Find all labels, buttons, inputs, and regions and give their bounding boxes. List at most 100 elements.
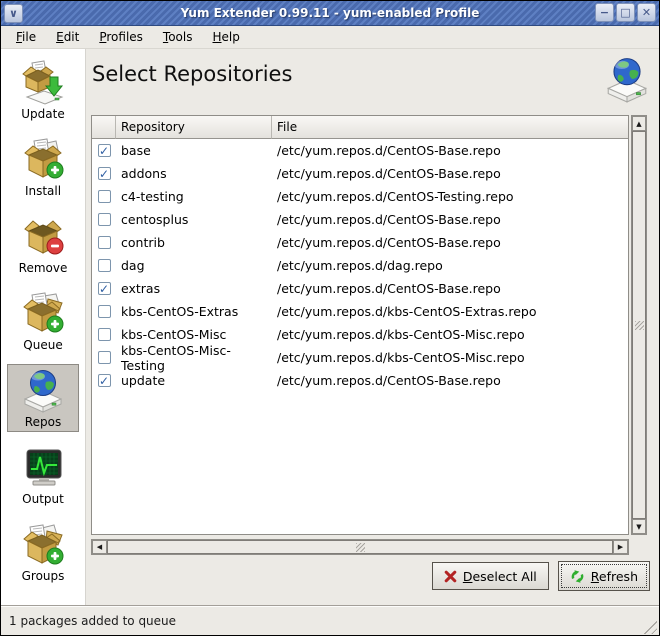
repo-table-header: Repository File <box>92 116 628 139</box>
install-box-icon <box>20 137 66 183</box>
menu-profiles[interactable]: Profiles <box>92 27 150 47</box>
repos-globe-header-icon <box>603 56 651 104</box>
repo-checkbox[interactable] <box>98 305 111 318</box>
repo-checkbox[interactable] <box>98 190 111 203</box>
repo-name: dag <box>116 258 272 273</box>
close-icon: ✕ <box>642 7 651 18</box>
table-row[interactable]: c4-testing /etc/yum.repos.d/CentOS-Testi… <box>92 185 628 208</box>
remove-box-icon <box>20 214 66 260</box>
repo-file: /etc/yum.repos.d/kbs-CentOS-Extras.repo <box>272 304 628 319</box>
arrow-up-icon: ▲ <box>636 120 641 128</box>
repo-name: kbs-CentOS-Extras <box>116 304 272 319</box>
window-title: Yum Extender 0.99.11 - yum-enabled Profi… <box>1 6 659 20</box>
menu-tools[interactable]: Tools <box>156 27 200 47</box>
sidebar-item-label: Output <box>22 492 64 506</box>
sidebar-item-update[interactable]: Update <box>7 56 79 124</box>
vertical-scrollbar-thumb[interactable] <box>632 131 646 519</box>
deselect-all-label: Deselect All <box>463 569 537 584</box>
statusbar: 1 packages added to queue <box>1 605 659 636</box>
maximize-icon: □ <box>620 7 630 18</box>
table-row[interactable]: ✓ extras /etc/yum.repos.d/CentOS-Base.re… <box>92 277 628 300</box>
sidebar-item-label: Repos <box>25 415 61 429</box>
repo-file: /etc/yum.repos.d/CentOS-Base.repo <box>272 281 628 296</box>
repo-file: /etc/yum.repos.d/CentOS-Base.repo <box>272 373 628 388</box>
column-header-checkbox[interactable] <box>92 116 116 139</box>
titlebar[interactable]: Yum Extender 0.99.11 - yum-enabled Profi… <box>1 1 659 26</box>
table-row[interactable]: kbs-CentOS-Misc-Testing /etc/yum.repos.d… <box>92 346 628 369</box>
maximize-button[interactable]: □ <box>616 3 635 22</box>
column-header-file[interactable]: File <box>272 116 628 139</box>
repo-file: /etc/yum.repos.d/kbs-CentOS-Misc.repo <box>272 350 628 365</box>
minimize-icon: − <box>600 7 609 18</box>
table-row[interactable]: contrib /etc/yum.repos.d/CentOS-Base.rep… <box>92 231 628 254</box>
arrow-down-icon: ▼ <box>636 523 641 531</box>
repo-file: /etc/yum.repos.d/CentOS-Base.repo <box>272 143 628 158</box>
table-row[interactable]: kbs-CentOS-Extras /etc/yum.repos.d/kbs-C… <box>92 300 628 323</box>
repo-checkbox[interactable]: ✓ <box>98 144 111 157</box>
repo-checkbox[interactable]: ✓ <box>98 167 111 180</box>
menu-help[interactable]: Help <box>206 27 247 47</box>
refresh-button[interactable]: Refresh <box>558 561 650 591</box>
column-header-repository[interactable]: Repository <box>116 116 272 139</box>
repo-file: /etc/yum.repos.d/CentOS-Base.repo <box>272 235 628 250</box>
sidebar-item-label: Update <box>21 107 64 121</box>
repo-checkbox[interactable]: ✓ <box>98 282 111 295</box>
table-row[interactable]: ✓ update /etc/yum.repos.d/CentOS-Base.re… <box>92 369 628 392</box>
vertical-scrollbar[interactable]: ▲ ▼ <box>631 115 647 535</box>
output-monitor-icon <box>20 445 66 491</box>
sidebar-item-groups[interactable]: Groups <box>7 518 79 586</box>
table-row[interactable]: ✓ addons /etc/yum.repos.d/CentOS-Base.re… <box>92 162 628 185</box>
minimize-button[interactable]: − <box>595 3 614 22</box>
update-box-icon <box>20 60 66 106</box>
refresh-icon <box>570 569 585 584</box>
scroll-right-button[interactable]: ▶ <box>613 540 628 554</box>
window-controls: − □ ✕ <box>595 3 656 22</box>
repo-name: extras <box>116 281 272 296</box>
repo-checkbox[interactable] <box>98 351 111 364</box>
repo-checkbox[interactable] <box>98 236 111 249</box>
sidebar-item-queue[interactable]: Queue <box>7 287 79 355</box>
menu-edit[interactable]: Edit <box>49 27 86 47</box>
page-title: Select Repositories <box>92 62 292 86</box>
sidebar-item-label: Queue <box>23 338 62 352</box>
chevron-down-icon: ∨ <box>9 8 18 19</box>
repo-file: /etc/yum.repos.d/CentOS-Base.repo <box>272 166 628 181</box>
resize-grip[interactable] <box>642 619 657 634</box>
sidebar: Update Install <box>1 49 86 605</box>
repo-name: c4-testing <box>116 189 272 204</box>
refresh-label: Refresh <box>591 569 638 584</box>
table-row[interactable]: dag /etc/yum.repos.d/dag.repo <box>92 254 628 277</box>
arrow-left-icon: ◀ <box>97 543 102 551</box>
queue-box-icon <box>20 291 66 337</box>
window-menu-button[interactable]: ∨ <box>4 4 23 23</box>
repo-checkbox[interactable] <box>98 213 111 226</box>
sidebar-item-install[interactable]: Install <box>7 133 79 201</box>
scroll-up-button[interactable]: ▲ <box>632 116 646 131</box>
app-window: Yum Extender 0.99.11 - yum-enabled Profi… <box>0 0 660 636</box>
action-buttons: Deselect All Refresh <box>432 561 650 591</box>
scroll-down-button[interactable]: ▼ <box>632 519 646 534</box>
repo-name: base <box>116 143 272 158</box>
sidebar-item-repos[interactable]: Repos <box>7 364 79 432</box>
horizontal-scrollbar-thumb[interactable] <box>107 540 613 554</box>
status-text: 1 packages added to queue <box>9 614 176 628</box>
table-row[interactable]: centosplus /etc/yum.repos.d/CentOS-Base.… <box>92 208 628 231</box>
sidebar-item-remove[interactable]: Remove <box>7 210 79 278</box>
repo-table-body: ✓ base /etc/yum.repos.d/CentOS-Base.repo… <box>92 139 628 392</box>
repo-name: contrib <box>116 235 272 250</box>
table-row[interactable]: ✓ base /etc/yum.repos.d/CentOS-Base.repo <box>92 139 628 162</box>
menu-file[interactable]: File <box>9 27 43 47</box>
arrow-right-icon: ▶ <box>618 543 623 551</box>
deselect-all-button[interactable]: Deselect All <box>432 562 549 590</box>
repo-checkbox[interactable]: ✓ <box>98 374 111 387</box>
repo-file: /etc/yum.repos.d/dag.repo <box>272 258 628 273</box>
sidebar-item-output[interactable]: Output <box>7 441 79 509</box>
sidebar-item-label: Groups <box>22 569 65 583</box>
horizontal-scrollbar[interactable]: ◀ ▶ <box>91 539 629 555</box>
red-x-icon <box>444 570 457 583</box>
repo-checkbox[interactable] <box>98 259 111 272</box>
main-content: Select Repositories Repository File <box>86 49 660 605</box>
scroll-left-button[interactable]: ◀ <box>92 540 107 554</box>
repo-checkbox[interactable] <box>98 328 111 341</box>
close-button[interactable]: ✕ <box>637 3 656 22</box>
